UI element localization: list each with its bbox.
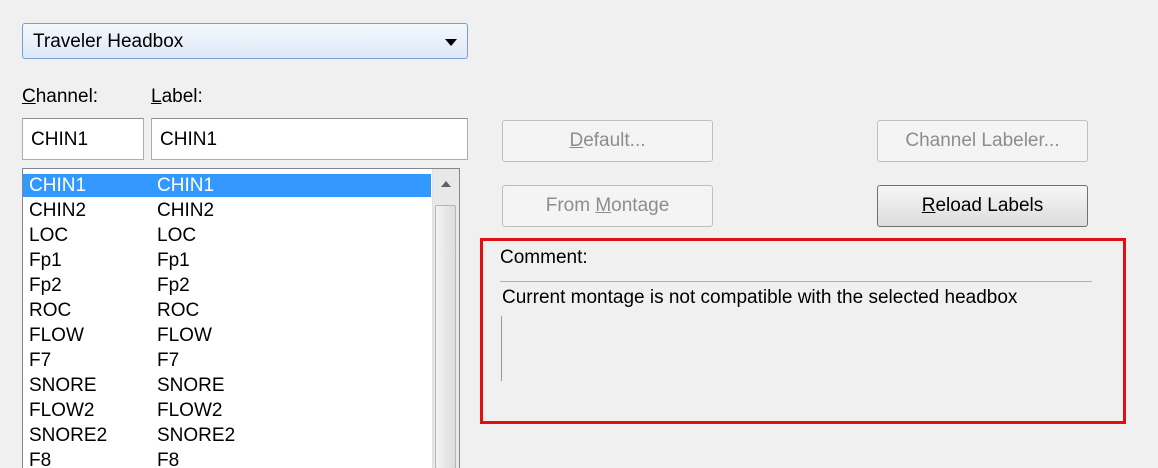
channel-list-item[interactable]: ROC ROC bbox=[23, 299, 431, 322]
channel-name: SNORE2 bbox=[29, 425, 108, 446]
channel-label: FLOW bbox=[157, 325, 212, 346]
comment-divider bbox=[500, 281, 1092, 282]
channel-list-item[interactable]: FLOW FLOW bbox=[23, 324, 431, 347]
comment-text[interactable]: Current montage is not compatible with t… bbox=[502, 287, 1017, 309]
channel-name: F7 bbox=[29, 350, 52, 371]
channel-name: FLOW bbox=[29, 325, 84, 346]
channel-name: CHIN1 bbox=[29, 175, 87, 196]
scroll-up-arrow-icon[interactable] bbox=[433, 169, 459, 203]
dropdown-arrow-icon[interactable] bbox=[445, 39, 457, 46]
channel-list[interactable]: CHIN1 CHIN1 CHIN2 CHIN2 LOC LOC Fp1 Fp1 Fp2 Fp2 RO… bbox=[22, 168, 460, 468]
channel-label: CHIN2 bbox=[157, 200, 215, 221]
label-input[interactable]: CHIN1 bbox=[151, 118, 468, 160]
channel-label: LOC bbox=[157, 225, 197, 246]
channel-label: CHIN1 bbox=[157, 175, 215, 196]
channel-list-item[interactable]: CHIN1 CHIN1 bbox=[23, 174, 431, 197]
channel-label: Fp1 bbox=[157, 250, 190, 271]
channel-name: Fp1 bbox=[29, 250, 62, 271]
comment-field-edge bbox=[501, 316, 502, 381]
channel-list-item[interactable]: FLOW2 FLOW2 bbox=[23, 399, 431, 422]
headbox-dropdown[interactable]: Traveler Headbox bbox=[22, 23, 468, 59]
channel-name: F8 bbox=[29, 450, 52, 468]
list-scrollbar[interactable] bbox=[432, 169, 459, 468]
channel-name: FLOW2 bbox=[29, 400, 95, 421]
channel-name: ROC bbox=[29, 300, 72, 321]
channel-list-item[interactable]: CHIN2 CHIN2 bbox=[23, 199, 431, 222]
headbox-selected-value: Traveler Headbox bbox=[33, 31, 184, 52]
channel-label: F7 bbox=[157, 350, 180, 371]
from-montage-button[interactable]: From Montage bbox=[502, 185, 713, 227]
channel-list-item[interactable]: Fp1 Fp1 bbox=[23, 249, 431, 272]
channel-label: F8 bbox=[157, 450, 180, 468]
reload-labels-button[interactable]: Reload Labels bbox=[877, 185, 1088, 227]
channel-label: ROC bbox=[157, 300, 200, 321]
channel-name: SNORE bbox=[29, 375, 97, 396]
channel-list-item[interactable]: LOC LOC bbox=[23, 224, 431, 247]
channel-list-item[interactable]: SNORE SNORE bbox=[23, 374, 431, 397]
channel-list-item[interactable]: SNORE2 SNORE2 bbox=[23, 424, 431, 447]
channel-name: Fp2 bbox=[29, 275, 62, 296]
channel-label: Fp2 bbox=[157, 275, 190, 296]
channel-labeler-button[interactable]: Channel Labeler... bbox=[877, 120, 1088, 162]
channel-name: LOC bbox=[29, 225, 69, 246]
channel-list-item[interactable]: F8 F8 bbox=[23, 449, 431, 468]
channel-header: Channel: bbox=[22, 86, 99, 107]
label-header: Label: bbox=[151, 86, 203, 107]
channel-input[interactable]: CHIN1 bbox=[22, 118, 144, 160]
channel-list-item[interactable]: Fp2 Fp2 bbox=[23, 274, 431, 297]
channel-label: SNORE bbox=[157, 375, 225, 396]
channel-label: SNORE2 bbox=[157, 425, 236, 446]
default-button[interactable]: Default... bbox=[502, 120, 713, 162]
channel-list-item[interactable]: F7 F7 bbox=[23, 349, 431, 372]
channel-label: FLOW2 bbox=[157, 400, 223, 421]
comment-label: Comment: bbox=[500, 247, 588, 268]
scroll-thumb[interactable] bbox=[435, 205, 456, 468]
channel-name: CHIN2 bbox=[29, 200, 87, 221]
